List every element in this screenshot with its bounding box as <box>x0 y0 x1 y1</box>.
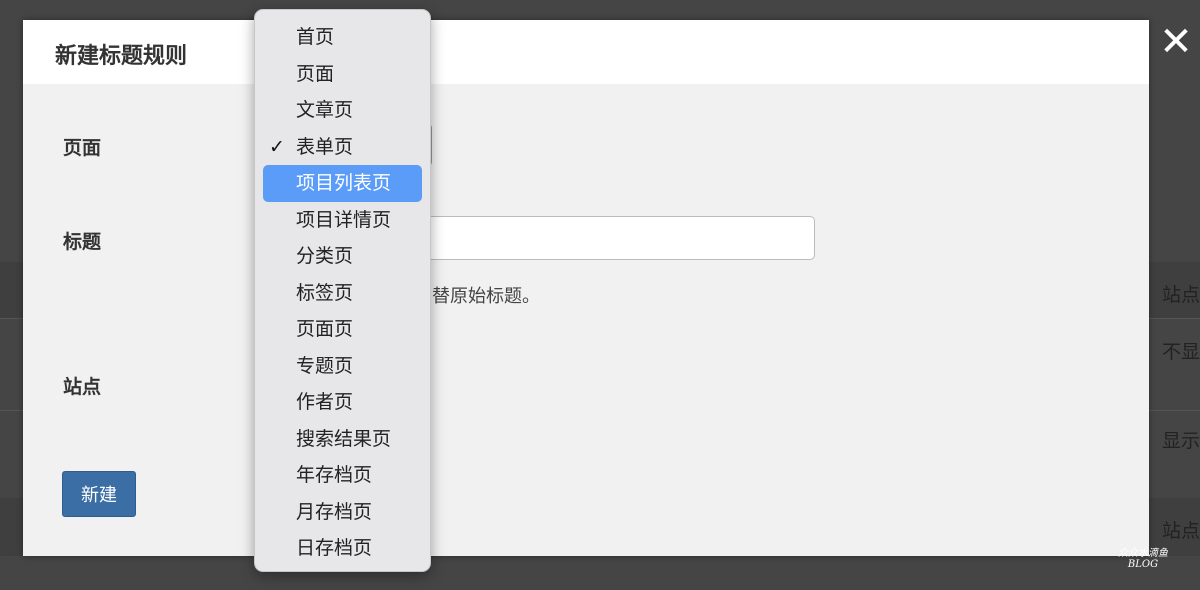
dropdown-option-label: 文章页 <box>296 99 354 121</box>
background-cell: 站点 <box>1162 284 1200 306</box>
watermark-text: 众众水滴鱼 <box>1118 548 1168 559</box>
dropdown-option[interactable]: 页面 <box>263 56 422 93</box>
dropdown-option-label: 页面页 <box>296 318 354 340</box>
dropdown-option-label: 专题页 <box>296 354 354 377</box>
dropdown-option[interactable]: 页面页 <box>263 311 422 348</box>
dropdown-option[interactable]: 文章页 <box>263 92 422 129</box>
dropdown-option[interactable]: ✓ 表单页 <box>263 129 422 166</box>
site-label: 站点 <box>63 376 102 398</box>
dropdown-option[interactable]: 日存档页 <box>263 530 422 567</box>
dropdown-option-label: 标签页 <box>296 281 354 304</box>
dropdown-option[interactable]: 年存档页 <box>263 457 422 494</box>
dropdown-option-label: 年存档页 <box>296 464 373 486</box>
dropdown-option[interactable]: 项目列表页 <box>263 165 422 202</box>
dropdown-option[interactable]: 月存档页 <box>263 494 422 531</box>
dialog-header: 新建标题规则 <box>23 20 1149 84</box>
dropdown-option-label: 搜索结果页 <box>296 427 392 450</box>
title-help-text: 替原始标题。 <box>432 286 540 307</box>
background-cell: 不显 <box>1162 341 1200 363</box>
watermark-text: BLOG <box>1127 559 1159 570</box>
dropdown-option-label: 作者页 <box>296 391 354 413</box>
dropdown-option[interactable]: 搜索结果页 <box>263 421 422 458</box>
background-cell: 显示 <box>1162 430 1200 452</box>
page-label: 页面 <box>63 137 102 159</box>
dialog-title: 新建标题规则 <box>55 44 188 69</box>
dropdown-option-label: 项目列表页 <box>296 172 392 194</box>
background-cell: 站点 <box>1162 520 1200 542</box>
close-icon[interactable]: ✕ <box>1158 22 1194 62</box>
dropdown-option[interactable]: 作者页 <box>263 384 422 421</box>
dropdown-option[interactable]: 分类页 <box>263 238 422 275</box>
title-input[interactable] <box>423 216 815 260</box>
dropdown-option[interactable]: 标签页 <box>263 275 422 312</box>
page-select-dropdown[interactable]: 首页页面文章页 ✓ 表单页项目列表页项目详情页分类页标签页页面页专题页作者页搜索结果… <box>254 9 431 572</box>
dropdown-option[interactable]: 专题页 <box>263 348 422 385</box>
new-title-rule-dialog: 新建标题规则 页面 标题 替原始标题。 站点 新建 <box>23 20 1149 556</box>
dropdown-option-label: 页面 <box>296 62 335 85</box>
title-label: 标题 <box>63 231 102 253</box>
dropdown-option-label: 项目详情页 <box>296 208 392 231</box>
dropdown-option-label: 首页 <box>296 26 335 48</box>
watermark-logo: 众众水滴鱼 BLOG <box>1118 548 1168 570</box>
checkmark-icon: ✓ <box>269 135 285 158</box>
dropdown-option-label: 表单页 <box>296 135 354 158</box>
dropdown-option-label: 分类页 <box>296 245 354 267</box>
dropdown-option-label: 日存档页 <box>296 537 373 559</box>
dropdown-option[interactable]: 首页 <box>263 19 422 56</box>
create-button[interactable]: 新建 <box>62 471 136 517</box>
dropdown-option-label: 月存档页 <box>296 500 373 523</box>
dropdown-option[interactable]: 项目详情页 <box>263 202 422 239</box>
